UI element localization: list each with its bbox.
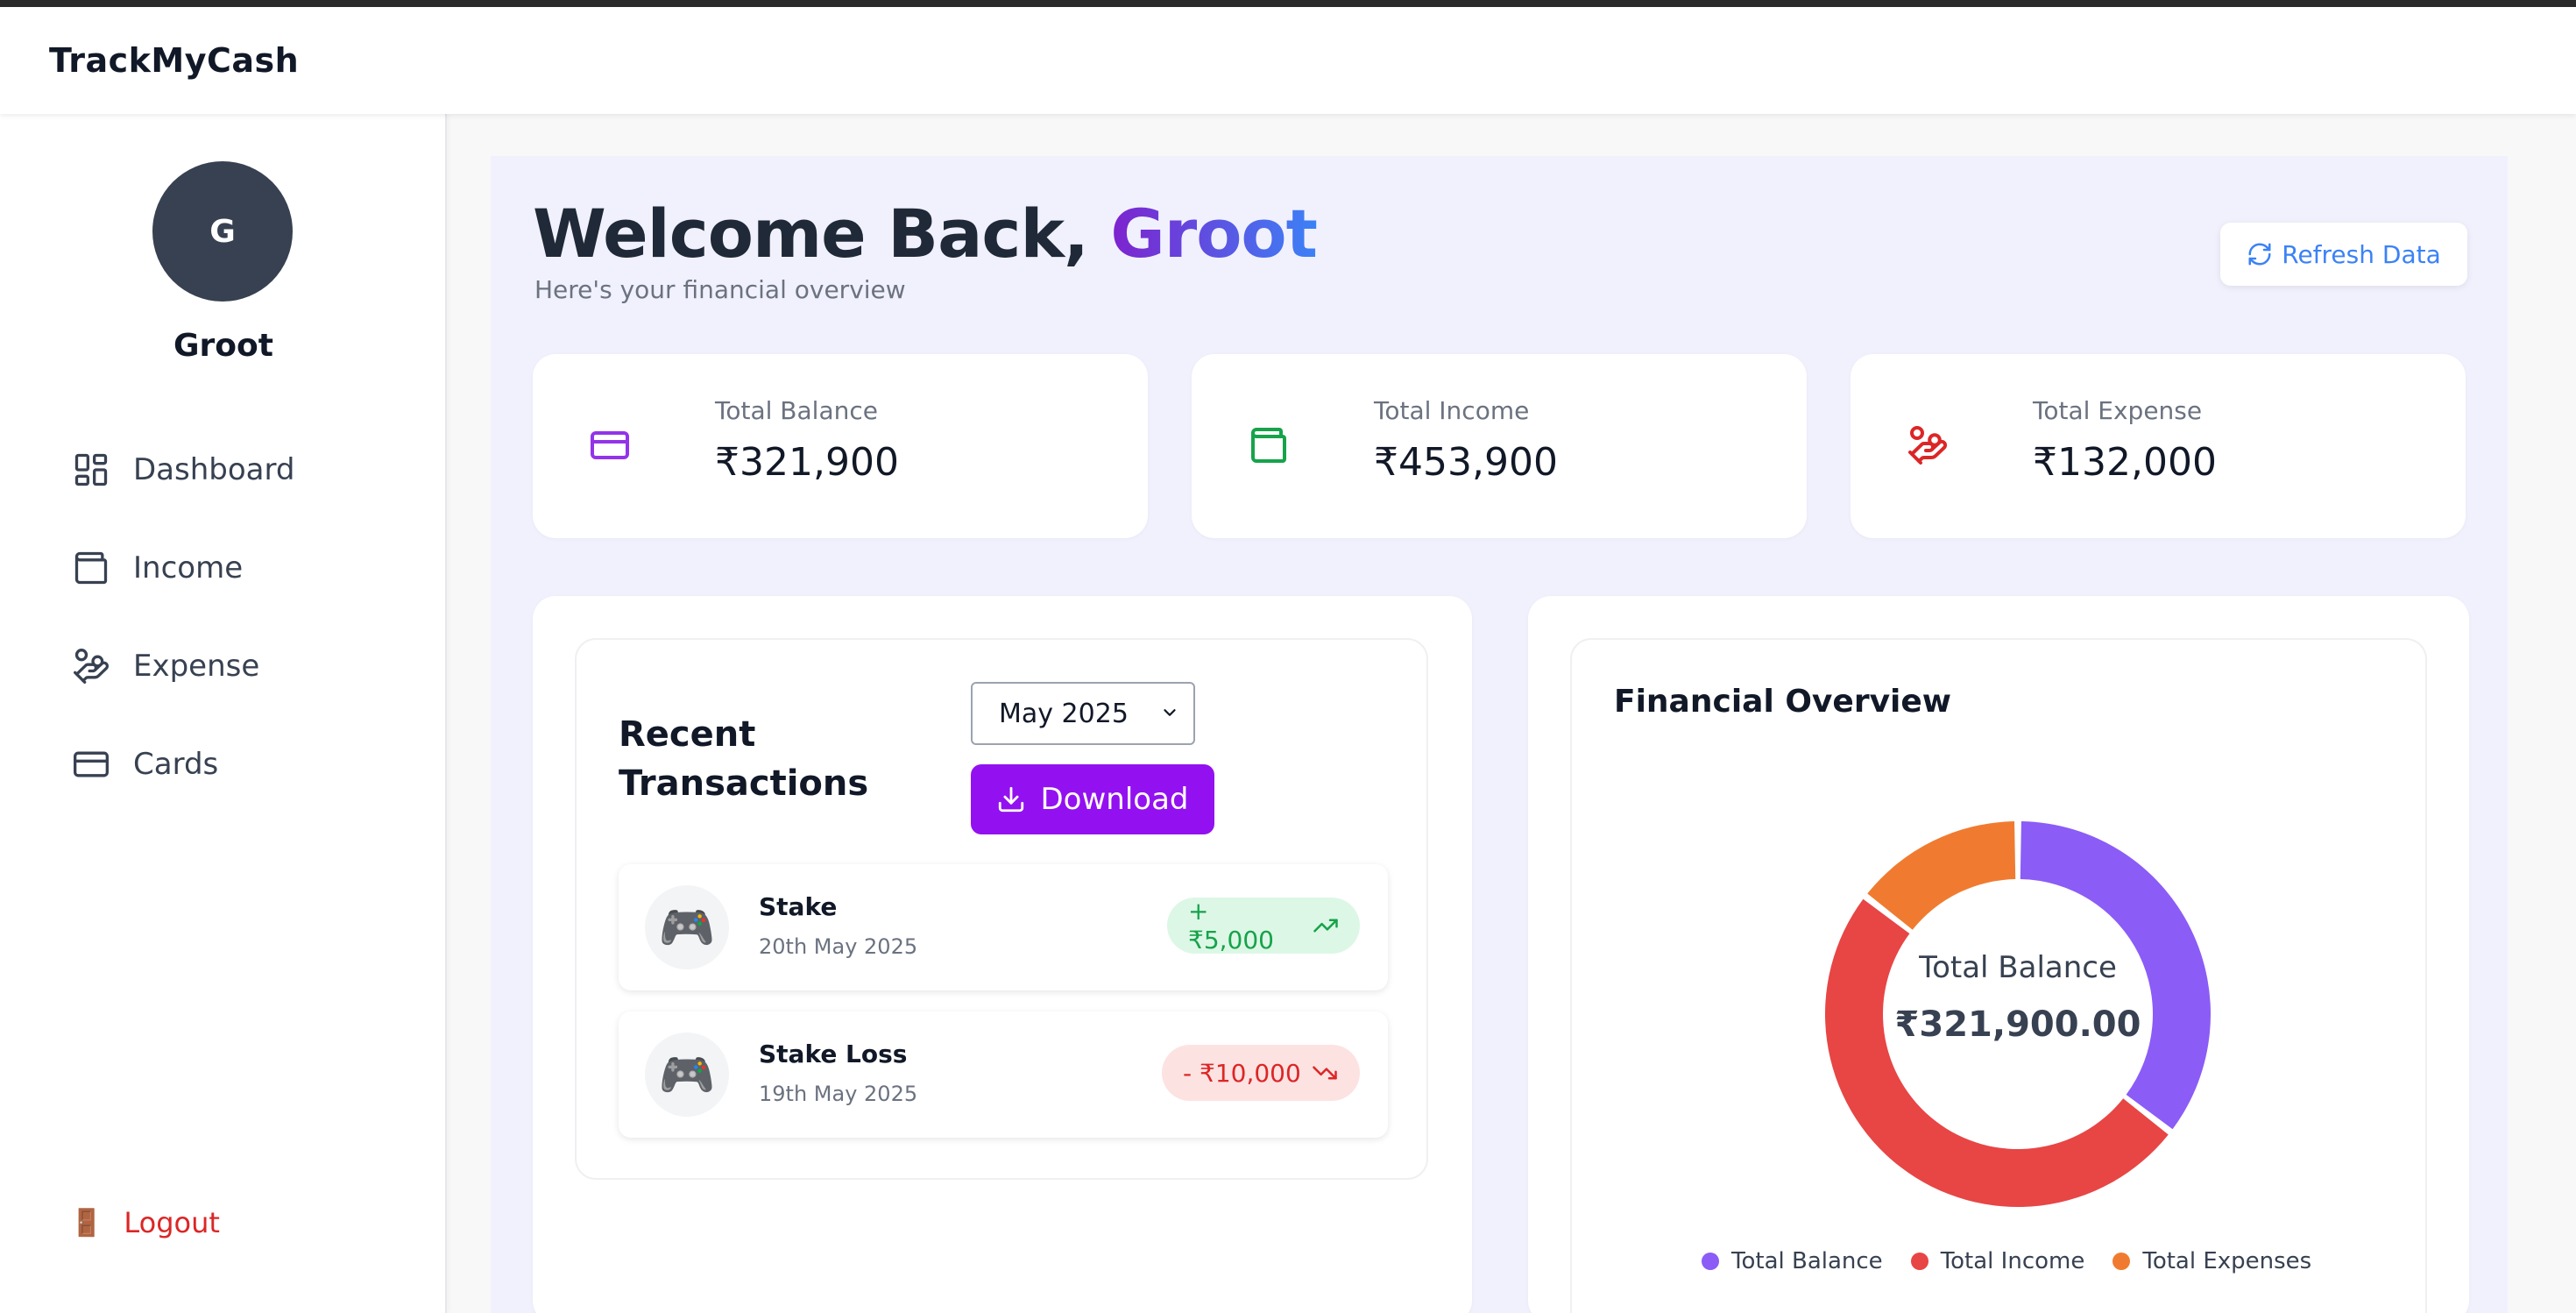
legend-item[interactable]: Total Expenses (2112, 1248, 2311, 1274)
game-controller-icon: 🎮 (645, 885, 729, 969)
chevron-down-icon (1160, 699, 1179, 729)
legend-label: Total Income (1940, 1248, 2085, 1274)
donut-center-value: ₹321,900.00 (1894, 1004, 2141, 1045)
window-top-strip (0, 0, 2576, 7)
user-name: Groot (173, 328, 273, 364)
logout-button[interactable]: 🚪 Logout (70, 1206, 220, 1239)
page-subtitle: Here's your financial overview (534, 275, 906, 304)
recent-transactions-panel: Recent Transactions May 2025 Download 🎮 … (533, 596, 1472, 1313)
sidebar-item-income[interactable]: Income (70, 542, 403, 594)
refresh-data-button[interactable]: Refresh Data (2220, 223, 2467, 286)
transaction-amount: + ₹5,000 (1188, 897, 1274, 955)
financial-overview-card: Financial Overview Total Balance ₹321,90… (1570, 638, 2427, 1313)
sidebar-item-label: Income (133, 550, 244, 586)
chart-legend: Total Balance Total Income Total Expenses (1702, 1248, 2339, 1274)
download-button[interactable]: Download (971, 764, 1214, 834)
donut-slice-total-income[interactable] (1825, 898, 2169, 1207)
door-icon: 🚪 (70, 1207, 103, 1238)
transaction-date: 20th May 2025 (759, 934, 918, 959)
sidebar-item-cards[interactable]: Cards (70, 738, 403, 791)
legend-item[interactable]: Total Balance (1702, 1248, 1883, 1274)
dashboard-icon (70, 449, 112, 491)
legend-dot (1910, 1253, 1928, 1270)
hand-coins-icon (1903, 421, 1952, 470)
sidebar-item-label: Expense (133, 649, 260, 684)
stat-value: ₹132,000 (2033, 440, 2217, 485)
sidebar-item-dashboard[interactable]: Dashboard (70, 444, 403, 496)
stat-card-total-income: Total Income ₹453,900 (1192, 354, 1807, 538)
stat-label: Total Balance (715, 396, 878, 425)
transaction-row[interactable]: 🎮 Stake Loss 19th May 2025 - ₹10,000 (619, 1011, 1388, 1138)
credit-card-icon (70, 743, 112, 785)
donut-slice-total-expenses[interactable] (1867, 821, 2016, 930)
donut-center-label: Total Balance (1919, 950, 2117, 985)
recent-transactions-title: Recent Transactions (619, 714, 869, 804)
top-navbar: TrackMyCash (0, 7, 2576, 114)
stat-value: ₹453,900 (1374, 440, 1558, 485)
financial-overview-title: Financial Overview (1614, 684, 1952, 720)
welcome-prefix: Welcome Back, (533, 195, 1089, 273)
hand-coins-icon (70, 645, 112, 687)
sidebar-item-label: Dashboard (133, 452, 295, 487)
avatar[interactable]: G (152, 161, 293, 302)
financial-overview-panel: Financial Overview Total Balance ₹321,90… (1528, 596, 2469, 1313)
transaction-date: 19th May 2025 (759, 1082, 918, 1106)
download-label: Download (1040, 782, 1189, 817)
transaction-name: Stake (759, 892, 838, 921)
brand-logo[interactable]: TrackMyCash (49, 41, 299, 80)
game-controller-icon: 🎮 (645, 1033, 729, 1117)
stat-value: ₹321,900 (715, 440, 899, 485)
trending-down-icon (1312, 1060, 1338, 1086)
recent-transactions-card: Recent Transactions May 2025 Download 🎮 … (575, 638, 1428, 1180)
legend-dot (2112, 1253, 2131, 1270)
wallet-icon (70, 547, 112, 589)
legend-dot (1702, 1253, 1719, 1270)
sidebar: G Groot Dashboard Income Expense Cards 🚪… (0, 114, 447, 1313)
refresh-icon (2247, 241, 2273, 267)
legend-label: Total Balance (1731, 1248, 1883, 1274)
month-select-value: May 2025 (999, 698, 1129, 729)
trending-up-icon (1313, 912, 1339, 939)
stat-card-total-balance: Total Balance ₹321,900 (533, 354, 1148, 538)
transaction-amount: - ₹10,000 (1183, 1058, 1301, 1088)
legend-item[interactable]: Total Income (1910, 1248, 2085, 1274)
sidebar-item-expense[interactable]: Expense (70, 640, 403, 692)
transaction-row[interactable]: 🎮 Stake 20th May 2025 + ₹5,000 (619, 864, 1388, 990)
sidebar-item-label: Cards (133, 747, 219, 782)
wallet-icon (1244, 421, 1293, 470)
transaction-amount-badge: - ₹10,000 (1162, 1045, 1360, 1101)
welcome-user-name: Groot (1110, 195, 1318, 273)
credit-card-icon (585, 421, 634, 470)
transaction-name: Stake Loss (759, 1040, 908, 1068)
logout-label: Logout (124, 1206, 220, 1239)
stat-card-total-expense: Total Expense ₹132,000 (1851, 354, 2466, 538)
legend-label: Total Expenses (2142, 1248, 2312, 1274)
refresh-label: Refresh Data (2282, 239, 2441, 269)
transaction-amount-badge: + ₹5,000 (1167, 897, 1360, 955)
month-select[interactable]: May 2025 (971, 682, 1195, 745)
download-icon (996, 784, 1026, 814)
main-content: Welcome Back, Groot Here's your financia… (491, 156, 2508, 1313)
page-title: Welcome Back, Groot (533, 195, 1318, 273)
stat-label: Total Expense (2033, 396, 2203, 425)
stat-label: Total Income (1374, 396, 1530, 425)
